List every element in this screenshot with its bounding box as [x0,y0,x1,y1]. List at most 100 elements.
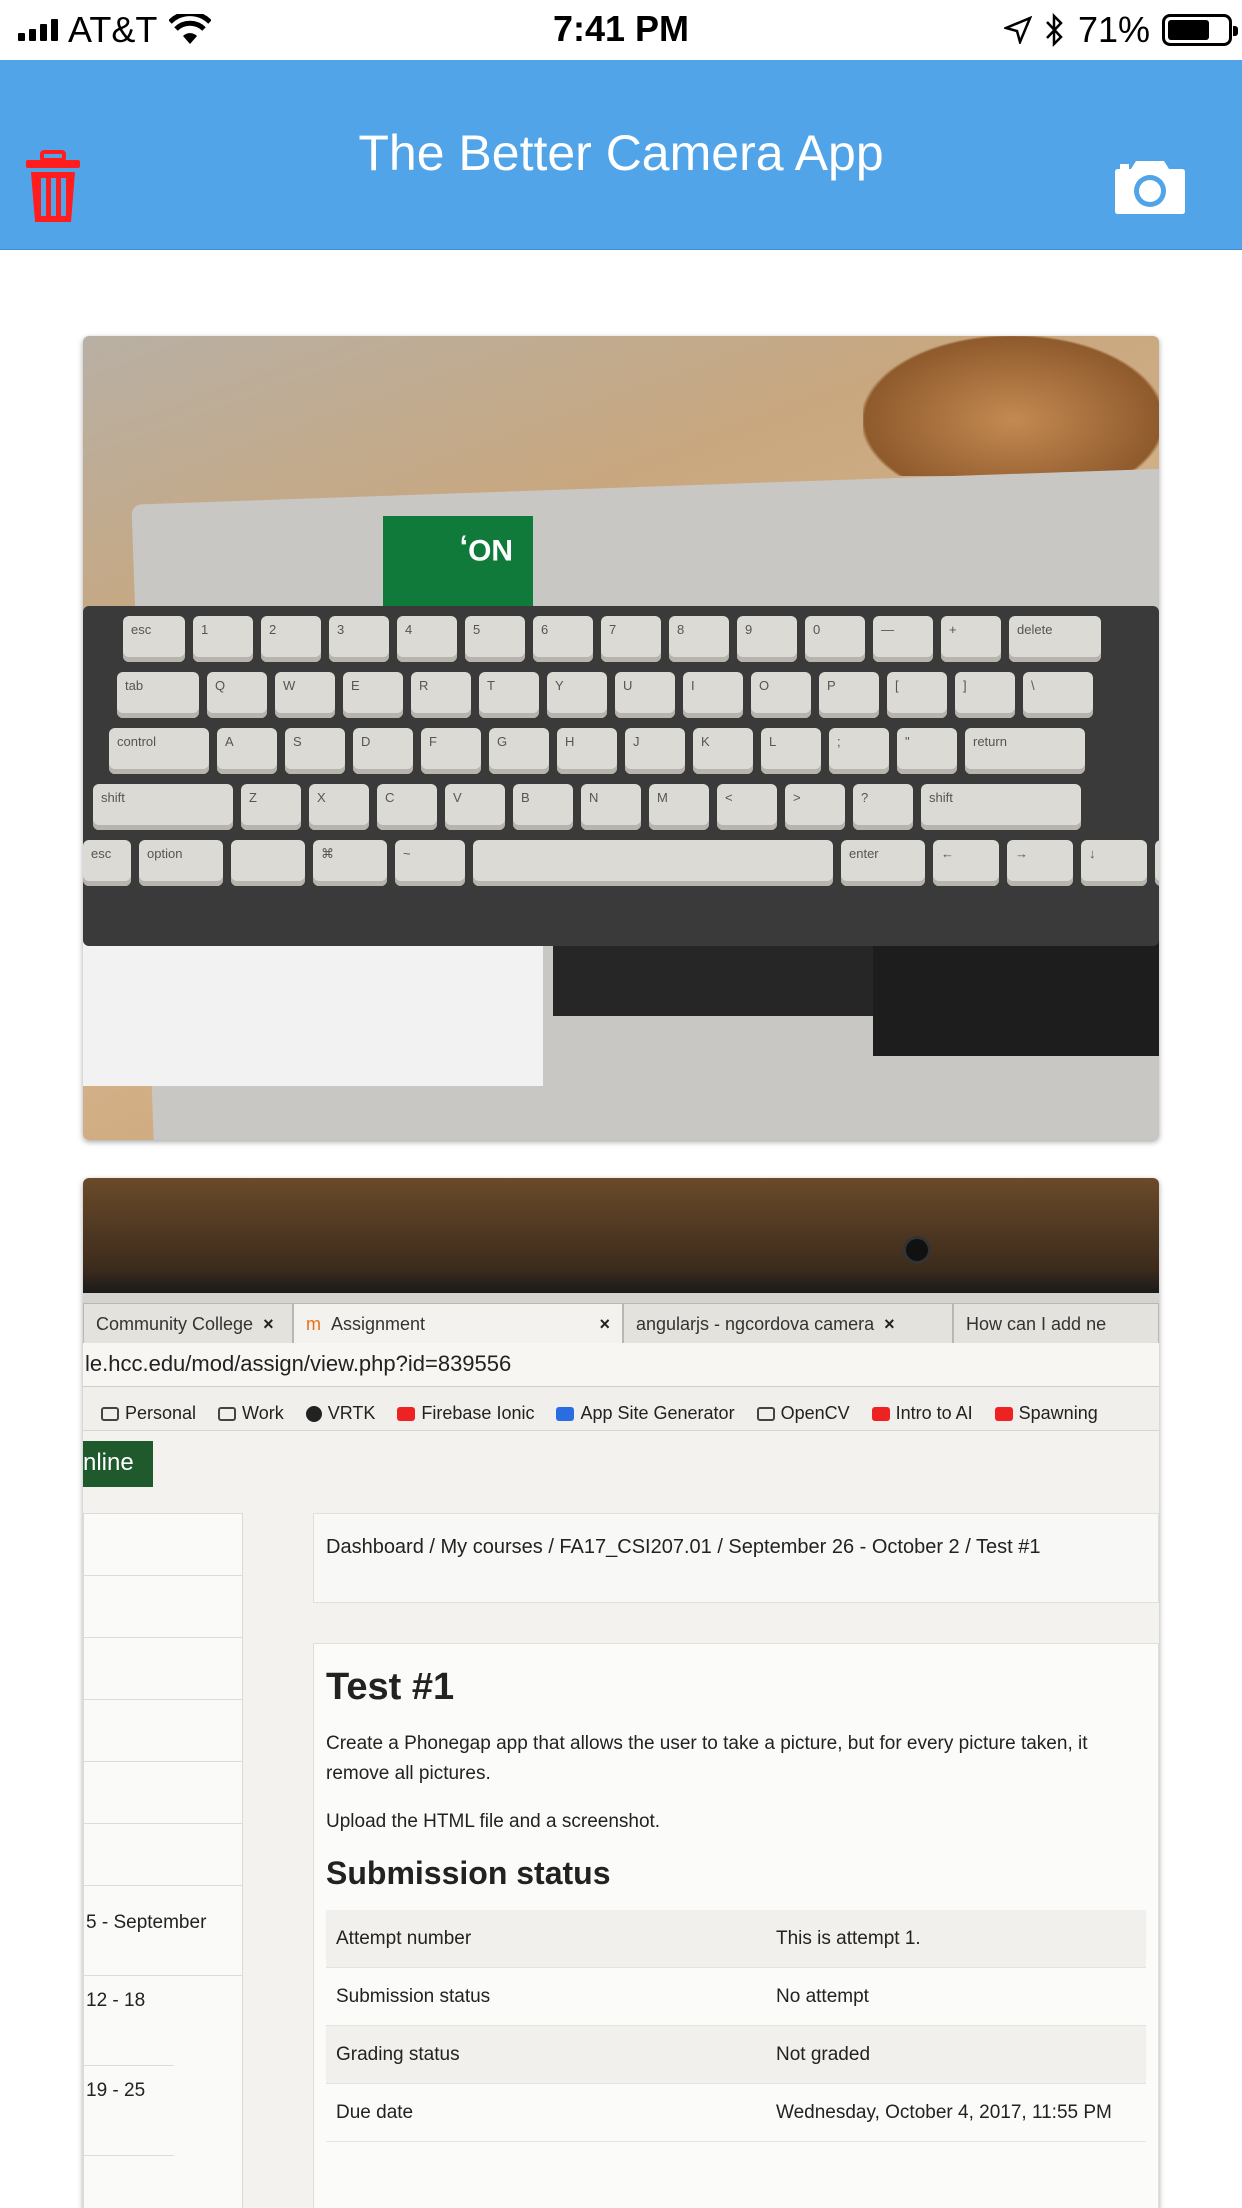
battery-percent: 71% [1077,9,1150,50]
row-label: Grading status [336,2044,460,2065]
key: 7 [601,616,661,662]
key-row-2: tab Q W E R T Y U I O P [ ] \ [117,672,1093,718]
key: ↑ [1155,840,1159,886]
key: G [489,728,549,774]
assignment-description: Create a Phonegap app that allows the us… [326,1729,1146,1789]
key: C [377,784,437,830]
battery-fill [1168,20,1209,40]
key: X [309,784,369,830]
key: ⌘ [313,840,387,886]
assignment-content: Test #1 Create a Phonegap app that allow… [313,1643,1159,2208]
key: D [353,728,413,774]
key: B [513,784,573,830]
breadcrumb: Dashboard / My courses / FA17_CSI207.01 … [313,1513,1159,1603]
key: L [761,728,821,774]
browser-tab: m Assignment × [293,1303,623,1343]
photo-card[interactable]: Community College × m Assignment × angula… [83,1178,1159,2208]
close-icon: × [599,1314,610,1334]
youtube-icon [397,1406,416,1421]
key: shift [93,784,233,830]
laptop-screen: Community College × m Assignment × angula… [83,1293,1159,2208]
key: \ [1023,672,1093,718]
browser-tab: angularjs - ngcordova camera × [623,1303,953,1343]
bookmark-label: Personal [125,1403,197,1423]
key: O [751,672,811,718]
keyboard-image: esc 1 2 3 4 5 6 7 8 9 0 — + delete tab Q… [83,606,1159,946]
bookmark-label: App Site Generator [580,1403,735,1423]
nav-item [84,1700,242,1762]
nav-item: 19 - 25 [84,2066,174,2156]
key: 9 [737,616,797,662]
status-bar: AT&T 7:41 PM 71% [0,0,1242,60]
key: shift [921,784,1081,830]
key: 1 [193,616,253,662]
app-header: The Better Camera App [0,60,1242,250]
table-row: Due date Wednesday, October 4, 2017, 11:… [326,2084,1146,2142]
key: S [285,728,345,774]
key [473,840,833,886]
row-value: This is attempt 1. [776,1928,921,1949]
bookmark-item: OpenCV [756,1397,850,1430]
generator-icon [556,1406,575,1421]
key: 0 [805,616,865,662]
key: delete [1009,616,1101,662]
status-right: 71% [1003,9,1238,50]
key: ← [933,840,999,886]
bookmark-item: Spawning [994,1397,1098,1430]
nav-item [84,1576,242,1638]
row-value: Wednesday, October 4, 2017, 11:55 PM [776,2102,1112,2123]
battery-icon [1162,14,1238,46]
key: Z [241,784,301,830]
bookmark-item: Intro to AI [871,1397,973,1430]
bookmark-label: OpenCV [780,1403,850,1423]
key: > [785,784,845,830]
photo-card[interactable]: NO, esc 1 2 3 4 5 6 7 8 9 0 — + delete t… [83,336,1159,1140]
table-row: Submission status No attempt [326,1968,1146,2026]
key: A [217,728,277,774]
key: F [421,728,481,774]
key [231,840,305,886]
bookmarks-bar: Personal Work VRTK Firebase Ionic App Si… [83,1387,1159,1431]
moodle-favicon-icon: m [306,1314,321,1334]
description-line: remove all pictures. [326,1763,491,1784]
sticker-no: NO, [383,516,533,606]
bookmark-item: Work [218,1397,284,1430]
folder-icon [756,1406,775,1421]
key: tab [117,672,199,718]
key: ? [853,784,913,830]
bookmark-label: Intro to AI [895,1403,973,1423]
key: option [139,840,223,886]
key-row-1: esc 1 2 3 4 5 6 7 8 9 0 — + delete [123,616,1101,662]
assignment-title: Test #1 [326,1666,455,1708]
webcam-icon [903,1236,931,1264]
key: R [411,672,471,718]
key: return [965,728,1085,774]
tab-label: Community College [96,1314,254,1334]
key-row-4: shift Z X C V B N M < > ? shift [93,784,1081,830]
nav-item [84,1762,242,1824]
key: E [343,672,403,718]
browser-url-bar: le.hcc.edu/mod/assign/view.php?id=839556 [83,1343,1159,1387]
photo-list[interactable]: NO, esc 1 2 3 4 5 6 7 8 9 0 — + delete t… [0,250,1242,2208]
table-row: Grading status Not graded [326,2026,1146,2084]
youtube-icon [994,1406,1013,1421]
tab-label: How can I add ne [966,1314,1107,1334]
upload-note: Upload the HTML file and a screenshot. [326,1811,661,1832]
key-row-5: esc option ⌘ ~ enter ← → ↓ ↑ [83,840,1159,886]
key: 5 [465,616,525,662]
nav-item [84,1514,242,1576]
key: control [109,728,209,774]
browser-tab: Community College × [83,1303,293,1343]
row-value: Not graded [776,2044,871,2065]
row-label: Submission status [336,1986,491,2007]
camera-icon[interactable] [1114,157,1186,215]
key: 4 [397,616,457,662]
key: ~ [395,840,465,886]
key: I [683,672,743,718]
submission-status-table: Attempt number This is attempt 1. Submis… [326,1910,1146,2142]
browser-tab: How can I add ne [953,1303,1159,1343]
bookmark-label: Work [242,1403,284,1423]
folder-icon [101,1406,119,1421]
tab-label: Assignment [331,1314,426,1334]
key: ↓ [1081,840,1147,886]
